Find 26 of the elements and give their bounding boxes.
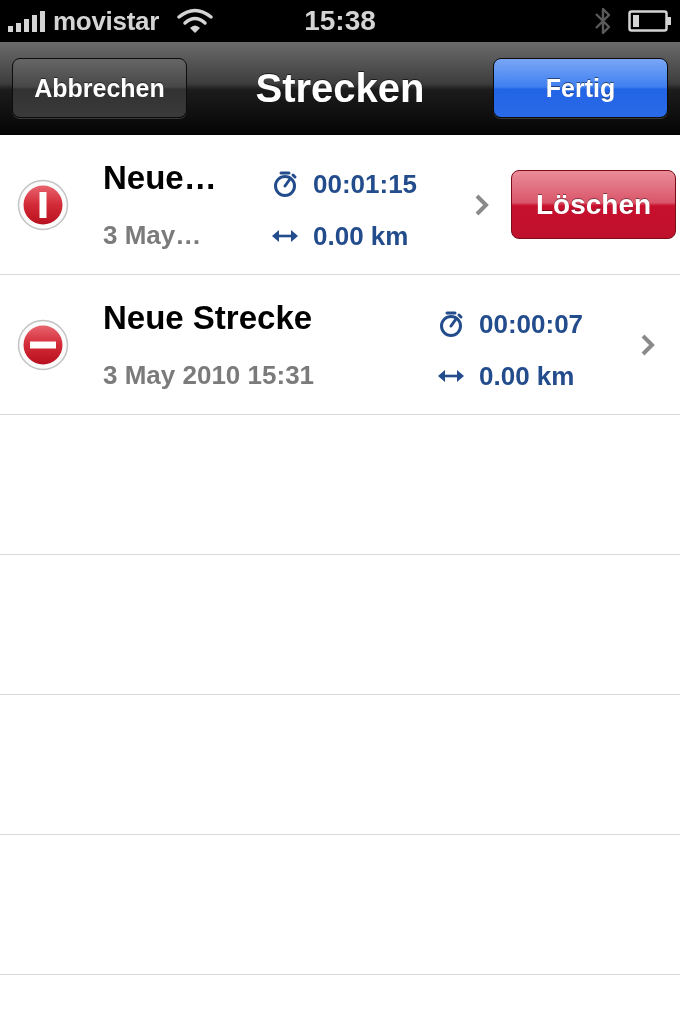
distance-text: 0.00 km <box>479 359 575 393</box>
route-title: Neue… <box>103 157 217 198</box>
double-arrow-icon <box>272 228 298 243</box>
duration-text: 00:01:15 <box>313 167 418 201</box>
battery-icon <box>628 10 672 32</box>
stopwatch-icon <box>272 169 298 198</box>
minus-circle-icon[interactable] <box>17 318 69 371</box>
route-date: 3 May 2010 15:31 <box>103 358 315 392</box>
route-date: 3 May… <box>103 218 202 252</box>
bar-circle-icon[interactable] <box>17 178 69 231</box>
done-button[interactable]: Fertig <box>493 58 668 118</box>
distance-text: 0.00 km <box>313 219 409 253</box>
double-arrow-icon <box>438 368 464 383</box>
duration-text: 00:00:07 <box>479 307 584 341</box>
stopwatch-icon <box>438 309 464 338</box>
nav-title: Strecken <box>255 65 425 111</box>
bluetooth-icon <box>594 6 612 36</box>
signal-bars-icon <box>8 10 48 32</box>
chevron-icon[interactable] <box>474 192 490 217</box>
delete-button[interactable]: Löschen <box>511 170 676 239</box>
cancel-button[interactable]: Abbrechen <box>12 58 187 118</box>
wifi-icon <box>177 8 213 34</box>
status-time: 15:38 <box>304 4 376 38</box>
route-title: Neue Strecke <box>103 297 313 338</box>
chevron-icon[interactable] <box>640 332 656 357</box>
carrier-name: movistar <box>53 5 159 38</box>
